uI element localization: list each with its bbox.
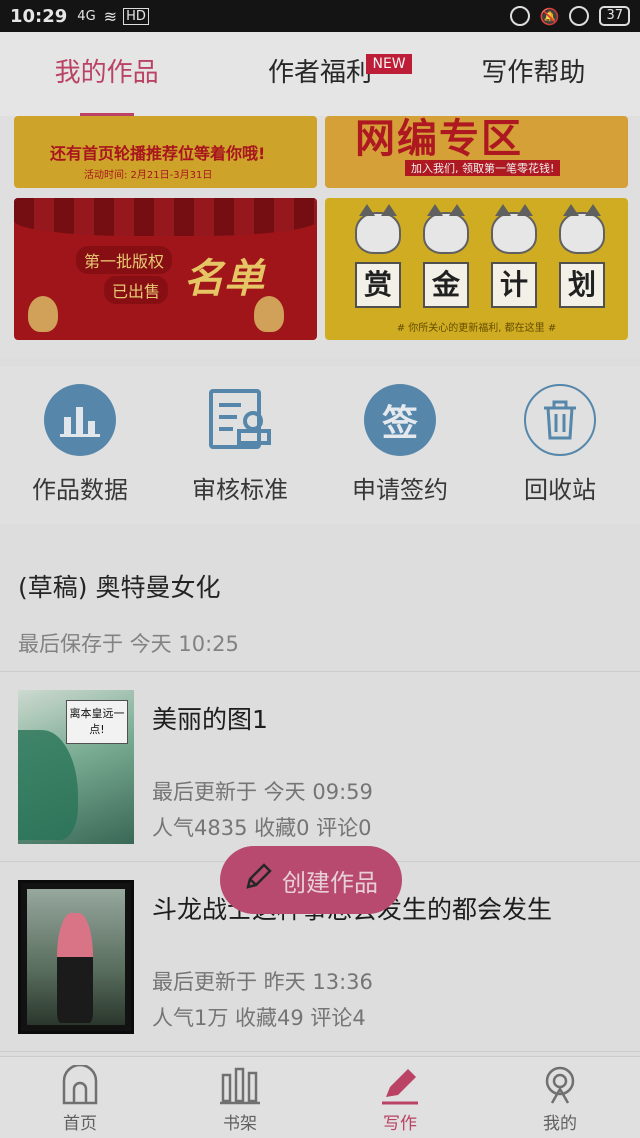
tool-review-standard[interactable]: 审核标准 (160, 366, 320, 524)
banner-grid: 还有首页轮播推荐位等着你哦! 活动时间: 2月21日-3月31日 网编专区 加入… (0, 116, 640, 358)
cover-character (57, 913, 93, 1023)
create-work-label: 创建作品 (282, 868, 378, 897)
nav-label: 书架 (223, 1114, 257, 1134)
nav-bookshelf[interactable]: 书架 (160, 1057, 320, 1138)
work-title: 美丽的图1 (152, 705, 268, 734)
bounty-signs: 赏 金 计 划 (355, 262, 605, 308)
nav-label: 首页 (63, 1114, 97, 1134)
work-stats: 人气4835 收藏0 评论0 (152, 816, 372, 840)
nav-me[interactable]: 我的 (480, 1057, 640, 1138)
mute-icon: 🔕 (539, 6, 560, 26)
bar-chart-icon (44, 384, 116, 456)
draft-title: (草稿) 奥特曼女化 (18, 573, 221, 602)
banner-homepage-recommend[interactable]: 还有首页轮播推荐位等着你哦! 活动时间: 2月21日-3月31日 (14, 116, 317, 188)
tab-writing-help[interactable]: 写作帮助 (427, 32, 640, 116)
work-stats: 人气1万 收藏49 评论4 (152, 1006, 366, 1030)
person-icon (545, 1066, 575, 1104)
banner-copyright-list[interactable]: 第一批版权 已出售 名单 (14, 198, 317, 340)
tool-label: 申请签约 (352, 476, 448, 504)
trash-icon (524, 384, 596, 456)
tool-recycle-bin[interactable]: 回收站 (480, 366, 640, 524)
banner-subtitle: 加入我们, 领取第一笔零花钱! (405, 160, 561, 176)
top-tabs: 我的作品 作者福利 NEW 写作帮助 (0, 32, 640, 116)
work-updated: 最后更新于 昨天 13:36 (152, 970, 373, 994)
home-icon (62, 1065, 98, 1105)
cat-icon (491, 204, 537, 254)
cat-icon (559, 204, 605, 254)
wifi-icon: ≋ (103, 6, 118, 26)
draft-saved-time: 最后保存于 今天 10:25 (18, 632, 239, 656)
sign-glyph: 签 (381, 403, 418, 444)
cover-speech-bubble: 离本皇远一点! (66, 700, 128, 744)
create-work-button[interactable]: 创建作品 (220, 846, 402, 914)
bottom-nav: 首页 书架 写作 我的 (0, 1056, 640, 1138)
cover-art (18, 730, 78, 840)
banner-pill: 第一批版权 (76, 246, 173, 274)
tool-apply-contract[interactable]: 签 申请签约 (320, 366, 480, 524)
work-updated: 最后更新于 今天 09:59 (152, 780, 373, 804)
banner-editor-zone[interactable]: 网编专区 加入我们, 领取第一笔零花钱! (325, 116, 628, 188)
lock-rotation-icon (569, 6, 590, 26)
signal-icon: 4G (77, 8, 96, 24)
sign-char: 赏 (355, 262, 401, 308)
nav-write[interactable]: 写作 (320, 1057, 480, 1138)
status-bar: 10:29 4G ≋ HD 🔕 37 (0, 0, 640, 32)
banner-date: 活动时间: 2月21日-3月31日 (84, 170, 213, 181)
bookshelf-icon (220, 1067, 260, 1105)
pencil-icon (244, 863, 272, 897)
tools-row: 作品数据 审核标准 签 申请签约 回收站 (0, 366, 640, 524)
tool-label: 作品数据 (32, 476, 128, 504)
tab-author-benefits[interactable]: 作者福利 NEW (213, 32, 426, 116)
sign-char: 金 (423, 262, 469, 308)
banner-pill: 已出售 (104, 276, 169, 304)
sign-char: 划 (559, 262, 605, 308)
nav-label: 我的 (543, 1114, 577, 1134)
works-list: (草稿) 奥特曼女化 最后保存于 今天 10:25 离本皇远一点! 美丽的图1 … (0, 532, 640, 1052)
tool-label: 回收站 (524, 476, 596, 504)
work-item[interactable]: 离本皇远一点! 美丽的图1 最后更新于 今天 09:59 人气4835 收藏0 … (0, 672, 640, 862)
draft-item[interactable]: (草稿) 奥特曼女化 最后保存于 今天 10:25 (0, 532, 640, 672)
cat-illustrations (355, 204, 605, 254)
work-cover: 离本皇远一点! (18, 690, 134, 844)
banner-script-title: 名单 (184, 255, 264, 302)
sign-char: 计 (491, 262, 537, 308)
work-cover (18, 880, 134, 1034)
tool-label: 审核标准 (192, 476, 288, 504)
pencil-icon (382, 1069, 418, 1105)
nav-label: 写作 (383, 1114, 417, 1134)
tool-work-data[interactable]: 作品数据 (0, 366, 160, 524)
data-saver-icon (509, 6, 530, 26)
document-stamp-icon (204, 384, 276, 456)
sign-icon: 签 (364, 384, 436, 456)
new-badge: NEW (366, 54, 412, 74)
lantern-icon (254, 296, 284, 332)
nav-home[interactable]: 首页 (0, 1057, 160, 1138)
tab-label: 我的作品 (54, 58, 159, 88)
banner-title: 网编专区 (355, 116, 523, 162)
battery-icon: 37 (599, 6, 630, 26)
banner-text: 还有首页轮播推荐位等着你哦! (50, 144, 266, 163)
lantern-icon (28, 296, 58, 332)
banner-caption: # 你所关心的更新福利, 都在这里 # (396, 323, 557, 334)
status-time: 10:29 (10, 5, 68, 27)
tab-my-works[interactable]: 我的作品 (0, 32, 213, 116)
banner-bounty-plan[interactable]: 赏 金 计 划 # 你所关心的更新福利, 都在这里 # (325, 198, 628, 340)
cat-icon (355, 204, 401, 254)
curtain-decoration (14, 198, 317, 236)
tab-label: 写作帮助 (481, 58, 586, 88)
hd-icon: HD (123, 7, 149, 25)
tab-label: 作者福利 (267, 58, 372, 88)
cat-icon (423, 204, 469, 254)
